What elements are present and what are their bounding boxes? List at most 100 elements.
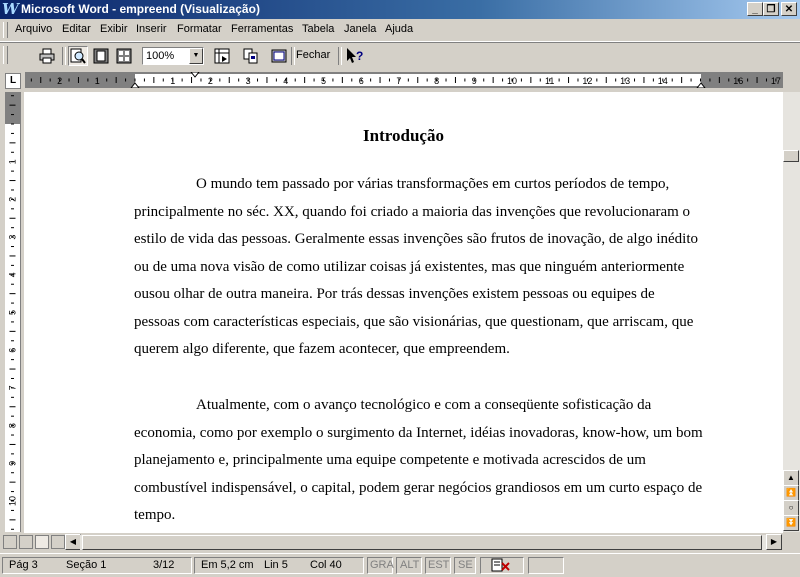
context-help-button[interactable]: ? xyxy=(344,46,364,66)
close-preview-button[interactable]: Fechar xyxy=(296,49,330,61)
document-heading: Introdução xyxy=(363,126,444,145)
horizontal-scroll-thumb[interactable] xyxy=(82,535,762,550)
next-page-button[interactable]: ⏬ xyxy=(783,515,799,531)
ruler-label: 3 xyxy=(246,76,251,86)
menu-bar: Arquivo Editar Exibir Inserir Formatar F… xyxy=(0,19,800,42)
menu-exibir[interactable]: Exibir xyxy=(100,23,128,35)
status-line: Lin 5 xyxy=(264,559,288,571)
ruler-label: 5 xyxy=(321,76,326,86)
ruler-label: 9 xyxy=(472,76,477,86)
menu-inserir[interactable]: Inserir xyxy=(136,23,167,35)
window-title: Microsoft Word - empreend (Visualização) xyxy=(21,2,260,16)
print-button[interactable] xyxy=(37,46,57,66)
restore-icon: ❐ xyxy=(766,4,776,15)
ruler-label: 12 xyxy=(582,76,592,86)
magnifier-button[interactable] xyxy=(68,46,88,66)
normal-view-button[interactable] xyxy=(3,535,17,549)
previous-page-button[interactable]: ⏫ xyxy=(783,485,799,501)
menu-ajuda[interactable]: Ajuda xyxy=(385,23,413,35)
toolbar-grip[interactable] xyxy=(3,46,8,64)
ruler-label: 11 xyxy=(545,76,554,86)
multiple-pages-icon xyxy=(116,48,132,64)
first-line-indent-marker[interactable] xyxy=(190,72,200,78)
ruler-label: 16 xyxy=(733,76,743,86)
vertical-ruler-label: 4 xyxy=(8,272,18,277)
close-icon: ✕ xyxy=(784,4,794,15)
ruler-label: 10 xyxy=(507,76,517,86)
ruler-label: 8 xyxy=(434,76,439,86)
vertical-ruler-label: 3 xyxy=(8,235,18,240)
double-arrow-up-icon: ⏫ xyxy=(786,488,796,497)
arrow-right-icon: ▶ xyxy=(770,537,778,546)
toolbar-separator xyxy=(62,47,66,65)
svg-text:?: ? xyxy=(356,49,363,63)
scroll-right-button[interactable]: ▶ xyxy=(766,534,782,550)
vertical-ruler[interactable]: 11234567891011 xyxy=(5,92,21,532)
ruler-label: 2 xyxy=(57,76,62,86)
left-indent-marker[interactable] xyxy=(696,82,706,88)
horizontal-scrollbar[interactable]: ◀ ▶ xyxy=(0,534,800,551)
horizontal-ruler[interactable]: 2 1 1 2 3 4 5 6 7 8 9 10 11 12 13 14 16 17 xyxy=(25,72,783,88)
ruler-label: 7 xyxy=(396,76,401,86)
view-ruler-button[interactable] xyxy=(212,46,232,66)
ruler-label: 13 xyxy=(620,76,630,86)
one-page-icon xyxy=(93,48,109,64)
zoom-select[interactable]: 100% ▼ xyxy=(142,47,204,65)
menubar-grip[interactable] xyxy=(3,22,8,38)
one-page-button[interactable] xyxy=(91,46,111,66)
zoom-value: 100% xyxy=(146,50,175,62)
select-browse-object-button[interactable]: ○ xyxy=(783,500,799,516)
ruler-label: 4 xyxy=(283,76,288,86)
tab-selector[interactable]: L xyxy=(5,73,21,89)
ruler-label: 1 xyxy=(170,76,175,86)
vertical-ruler-label: 7 xyxy=(8,385,18,390)
ruler-label: 17 xyxy=(771,76,781,86)
print-layout-view-button[interactable] xyxy=(35,535,49,549)
menu-ferramentas[interactable]: Ferramentas xyxy=(231,23,293,35)
toolbar-separator xyxy=(338,47,342,65)
status-mode-alt[interactable]: ALT xyxy=(400,559,419,571)
minimize-button[interactable]: _ xyxy=(747,2,763,16)
vertical-ruler-label: 9 xyxy=(8,461,18,466)
outline-view-button[interactable] xyxy=(51,535,65,549)
view-ruler-icon xyxy=(214,48,230,64)
web-layout-view-button[interactable] xyxy=(19,535,33,549)
status-pages: 3/12 xyxy=(153,559,175,571)
vertical-scroll-thumb[interactable] xyxy=(783,150,799,162)
close-button[interactable]: ✕ xyxy=(781,2,797,16)
word-app-icon[interactable]: W xyxy=(2,1,19,17)
scroll-up-button[interactable]: ▲ xyxy=(783,470,799,486)
title-bar: W Microsoft Word - empreend (Visualizaçã… xyxy=(0,0,800,19)
status-page: Pág 3 xyxy=(9,559,38,571)
status-mode-est[interactable]: EST xyxy=(428,559,449,571)
print-icon xyxy=(39,48,55,64)
multiple-pages-button[interactable] xyxy=(114,46,134,66)
menu-arquivo[interactable]: Arquivo xyxy=(15,23,52,35)
vertical-ruler-label: 6 xyxy=(8,348,18,353)
chevron-down-icon[interactable]: ▼ xyxy=(189,48,203,64)
menu-tabela[interactable]: Tabela xyxy=(302,23,334,35)
minimize-icon: _ xyxy=(752,4,758,15)
vertical-ruler-label: 1 xyxy=(8,159,18,164)
print-preview-toolbar: 100% ▼ Fechar ? xyxy=(0,42,800,69)
scroll-left-button[interactable]: ◀ xyxy=(65,534,81,550)
menu-editar[interactable]: Editar xyxy=(62,23,91,35)
double-arrow-down-icon: ⏬ xyxy=(786,518,796,527)
shrink-to-fit-button[interactable] xyxy=(241,46,261,66)
arrow-left-icon: ◀ xyxy=(69,537,77,546)
vertical-ruler-label: 8 xyxy=(8,423,18,428)
vertical-ruler-label: 2 xyxy=(8,197,18,202)
paragraph-2: Atualmente, com o avanço tecnológico e c… xyxy=(134,397,703,523)
document-page[interactable]: Introdução O mundo tem passado por vária… xyxy=(24,92,783,533)
status-mode-se[interactable]: SE xyxy=(458,559,473,571)
status-mode-gra[interactable]: GRA xyxy=(370,559,394,571)
restore-button[interactable]: ❐ xyxy=(763,2,779,16)
circle-icon: ○ xyxy=(788,503,794,512)
vertical-scrollbar[interactable]: ▲ ⏫ ○ ⏬ xyxy=(783,92,800,532)
ruler-ticks: 2 1 1 2 3 4 5 6 7 8 9 10 11 12 13 14 16 17 xyxy=(30,72,781,88)
menu-janela[interactable]: Janela xyxy=(344,23,376,35)
full-screen-button[interactable] xyxy=(269,46,289,66)
spelling-check-icon[interactable] xyxy=(490,558,512,573)
menu-formatar[interactable]: Formatar xyxy=(177,23,222,35)
left-indent-marker[interactable] xyxy=(130,82,140,88)
